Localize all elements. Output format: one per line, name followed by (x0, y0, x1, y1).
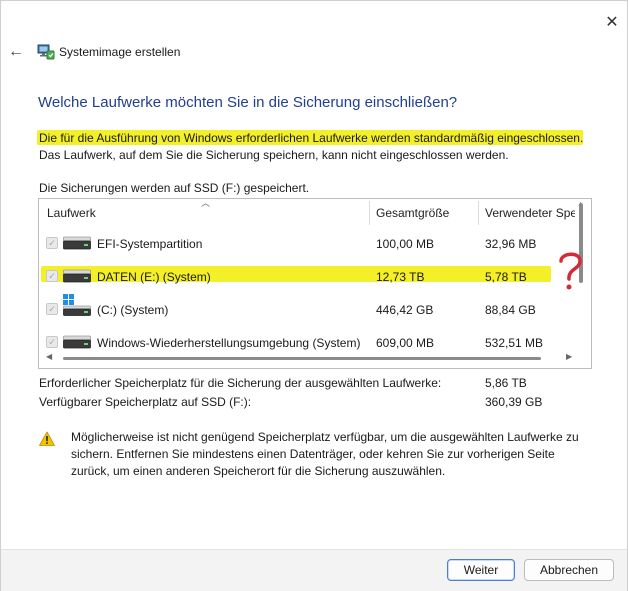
drive-total-size: 12,73 TB (376, 270, 425, 284)
page-heading: Welche Laufwerke möchten Sie in die Sich… (38, 94, 458, 111)
table-row[interactable]: ✓ EFI-Systempartition 100,00 MB 32,96 MB (39, 227, 575, 260)
table-row[interactable]: ✓ (C:) (System) 446,42 GB 88,84 GB (39, 293, 575, 326)
column-header-used-space[interactable]: Verwendeter Spe (485, 199, 575, 227)
drive-used-space: 5,78 TB (485, 270, 527, 284)
question-mark-annotation (559, 252, 582, 290)
backup-location-info: Die Sicherungen werden auf SSD (F:) gesp… (39, 181, 310, 195)
column-separator[interactable] (478, 201, 479, 225)
disk-drive-icon (63, 236, 91, 250)
intro-line-2: Das Laufwerk, auf dem Sie die Sicherung … (39, 148, 509, 162)
drive-name: Windows-Wiederherstellungsumgebung (Syst… (97, 336, 361, 350)
disk-drive-icon (63, 269, 91, 283)
drive-used-space: 532,51 MB (485, 336, 544, 350)
include-checkbox[interactable]: ✓ (46, 303, 58, 315)
drive-used-space: 88,84 GB (485, 303, 536, 317)
drive-name: EFI-Systempartition (97, 237, 203, 251)
column-separator[interactable] (369, 201, 370, 225)
windows-drive-icon (63, 294, 91, 316)
close-icon: ✕ (605, 14, 619, 31)
back-button[interactable]: ← (5, 41, 27, 63)
close-button[interactable]: ✕ (599, 9, 625, 35)
available-space-label: Verfügbarer Speicherplatz auf SSD (F:): (39, 395, 252, 409)
horizontal-scrollbar-thumb[interactable] (63, 357, 541, 360)
drive-name: (C:) (System) (97, 303, 169, 317)
drive-total-size: 609,00 MB (376, 336, 435, 350)
scroll-right-arrow-icon[interactable]: ▶ (566, 352, 572, 361)
next-button[interactable]: Weiter (447, 559, 515, 581)
drive-list[interactable]: ︿ Laufwerk Gesamtgröße Verwendeter Spe ✓… (38, 198, 592, 369)
include-checkbox[interactable]: ✓ (46, 336, 58, 348)
cancel-button[interactable]: Abbrechen (524, 559, 614, 581)
dialog-window: ✕ ← Systemimage erstellen Welche Laufwer… (0, 0, 628, 591)
column-header-total-size[interactable]: Gesamtgröße (376, 199, 476, 227)
system-image-icon (37, 44, 55, 60)
drive-name: DATEN (E:) (System) (97, 270, 211, 284)
disk-drive-icon (63, 335, 91, 349)
drive-total-size: 100,00 MB (376, 237, 435, 251)
warning-icon (39, 431, 55, 446)
available-space-value: 360,39 GB (485, 395, 543, 409)
drive-used-space: 32,96 MB (485, 237, 537, 251)
required-space-label: Erforderlicher Speicherplatz für die Sic… (39, 376, 442, 390)
table-row[interactable]: ✓ Windows-Wiederherstellungsumgebung (Sy… (39, 326, 575, 359)
back-arrow-icon: ← (8, 43, 24, 60)
table-row[interactable]: ✓ DATEN (E:) (System) 12,73 TB 5,78 TB (39, 260, 575, 293)
intro-line-1: Die für die Ausführung von Windows erfor… (39, 131, 584, 145)
drive-total-size: 446,42 GB (376, 303, 434, 317)
warning-message: Möglicherweise ist nicht genügend Speich… (71, 430, 579, 478)
include-checkbox[interactable]: ✓ (46, 270, 58, 282)
window-title: Systemimage erstellen (59, 45, 181, 59)
column-header-drive[interactable]: Laufwerk (47, 199, 367, 227)
required-space-value: 5,86 TB (485, 376, 527, 390)
include-checkbox[interactable]: ✓ (46, 237, 58, 249)
scroll-left-arrow-icon[interactable]: ◀ (46, 352, 52, 361)
